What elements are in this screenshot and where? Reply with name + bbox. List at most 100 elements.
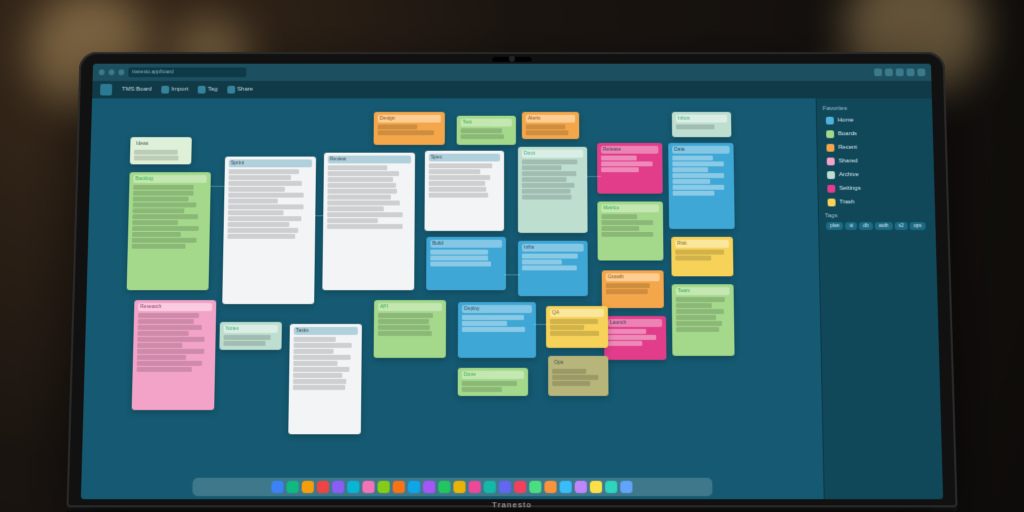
- dock-app-icon[interactable]: [363, 481, 375, 493]
- card-header: Data: [672, 146, 729, 154]
- sidebar-tag-chip[interactable]: v2: [894, 222, 907, 230]
- sidebar-tag-chip[interactable]: plan: [826, 222, 844, 230]
- sidebar-tag-chip[interactable]: auth: [875, 222, 893, 230]
- board-card[interactable]: Ideas: [130, 137, 192, 164]
- board-card[interactable]: Launch: [604, 316, 666, 360]
- board-card[interactable]: Release: [597, 143, 663, 194]
- board-card[interactable]: Spec: [424, 151, 504, 231]
- toolbar-button-label: Tag: [208, 87, 218, 93]
- dock-app-icon[interactable]: [499, 481, 511, 493]
- dock-app-icon[interactable]: [575, 481, 587, 493]
- sidebar-item[interactable]: Settings: [824, 182, 928, 196]
- sidebar-tag-chip[interactable]: ui: [845, 222, 857, 230]
- extension-icon[interactable]: [874, 68, 882, 76]
- card-line: [673, 191, 715, 196]
- board-card[interactable]: Tasks: [288, 324, 362, 434]
- dock-app-icon[interactable]: [560, 481, 572, 493]
- board-card[interactable]: QA: [546, 306, 608, 348]
- sidebar-item-label: Archive: [839, 172, 859, 178]
- board-card[interactable]: Build: [426, 237, 506, 290]
- browser-actions: [874, 68, 925, 76]
- dock-app-icon[interactable]: [348, 481, 360, 493]
- board-card[interactable]: API: [374, 300, 446, 358]
- sidebar-tag-chip[interactable]: db: [859, 222, 873, 230]
- card-line: [601, 167, 638, 172]
- dock-app-icon[interactable]: [469, 481, 481, 493]
- menu-icon[interactable]: [917, 68, 925, 76]
- card-line: [430, 250, 487, 255]
- dock-app-icon[interactable]: [423, 481, 435, 493]
- dock-app-icon[interactable]: [408, 481, 420, 493]
- board-card[interactable]: Alerts: [522, 112, 579, 139]
- traffic-light-icon[interactable]: [118, 69, 124, 75]
- board-card[interactable]: Metrics: [597, 202, 663, 261]
- dock-app-icon[interactable]: [393, 481, 405, 493]
- board-card[interactable]: Notes: [219, 322, 282, 350]
- card-line: [138, 331, 189, 336]
- board-card[interactable]: Docs: [518, 147, 588, 233]
- sidebar-item[interactable]: Recent: [823, 141, 927, 155]
- board-card[interactable]: Test: [457, 116, 516, 145]
- board-card[interactable]: Deploy: [458, 302, 536, 358]
- dock-app-icon[interactable]: [530, 481, 542, 493]
- board-card[interactable]: Risk: [671, 237, 733, 276]
- app-toolbar: TMS Board Import Tag Share: [92, 81, 932, 98]
- board-card[interactable]: Team: [672, 284, 735, 356]
- traffic-light-icon[interactable]: [108, 69, 114, 75]
- dock-app-icon[interactable]: [454, 481, 466, 493]
- sidebar-item[interactable]: Boards: [823, 127, 927, 141]
- card-line: [522, 177, 566, 182]
- card-line: [223, 341, 265, 346]
- card-line: [293, 379, 346, 384]
- board-card[interactable]: Research: [132, 300, 217, 410]
- url-bar[interactable]: tranesto.app/board: [128, 68, 246, 78]
- board-card[interactable]: Infra: [518, 241, 588, 296]
- sidebar-tag-chip[interactable]: ops: [909, 222, 925, 230]
- dock-app-icon[interactable]: [332, 481, 344, 493]
- dock-app-icon[interactable]: [272, 481, 284, 493]
- board-card[interactable]: Backlog: [127, 172, 211, 290]
- sidebar-item[interactable]: Trash: [825, 196, 930, 210]
- dock-app-icon[interactable]: [621, 481, 633, 493]
- sidebar-item[interactable]: Home: [823, 114, 927, 128]
- card-line: [676, 309, 724, 314]
- extension-icon[interactable]: [896, 68, 904, 76]
- dock-app-icon[interactable]: [484, 481, 496, 493]
- dock-app-icon[interactable]: [317, 481, 329, 493]
- dock-app-icon[interactable]: [590, 481, 602, 493]
- board-card[interactable]: Ops: [548, 356, 608, 396]
- screen: tranesto.app/board TMS Board Import Tag Sh…: [81, 64, 943, 500]
- dock-app-icon[interactable]: [302, 481, 314, 493]
- board-card[interactable]: Data: [668, 143, 735, 229]
- dock-app-icon[interactable]: [378, 481, 390, 493]
- board-card[interactable]: Growth: [602, 270, 664, 308]
- toolbar-button[interactable]: Import: [162, 86, 189, 94]
- board-card[interactable]: Inbox: [672, 112, 732, 137]
- board-card[interactable]: Done: [458, 368, 528, 396]
- sidebar-item-swatch-icon: [826, 130, 834, 138]
- card-line: [552, 375, 598, 380]
- toolbar-button[interactable]: Share: [227, 86, 253, 94]
- app-title-label: TMS Board: [122, 87, 152, 93]
- traffic-light-icon[interactable]: [99, 69, 105, 75]
- board-card[interactable]: Review: [322, 153, 415, 291]
- board-card[interactable]: Design: [374, 112, 445, 145]
- extension-icon[interactable]: [885, 68, 893, 76]
- board-canvas[interactable]: Inbox Team Risk Data Launch Growth Metrics Rele…: [81, 98, 824, 499]
- card-line: [328, 183, 396, 188]
- sidebar-item[interactable]: Archive: [824, 168, 928, 182]
- sidebar-item[interactable]: Shared: [824, 155, 928, 169]
- dock-app-icon[interactable]: [439, 481, 451, 493]
- dock-app-icon[interactable]: [287, 481, 299, 493]
- dock-app-icon[interactable]: [515, 481, 527, 493]
- dock-app-icon[interactable]: [605, 481, 617, 493]
- board-card[interactable]: Sprint: [222, 157, 316, 305]
- card-line: [132, 244, 186, 249]
- card-line: [672, 173, 724, 178]
- extension-icon[interactable]: [906, 68, 914, 76]
- app-logo-icon[interactable]: [100, 84, 112, 96]
- card-line: [137, 361, 202, 366]
- dock-app-icon[interactable]: [545, 481, 557, 493]
- card-line: [227, 234, 295, 239]
- toolbar-button[interactable]: Tag: [198, 86, 218, 94]
